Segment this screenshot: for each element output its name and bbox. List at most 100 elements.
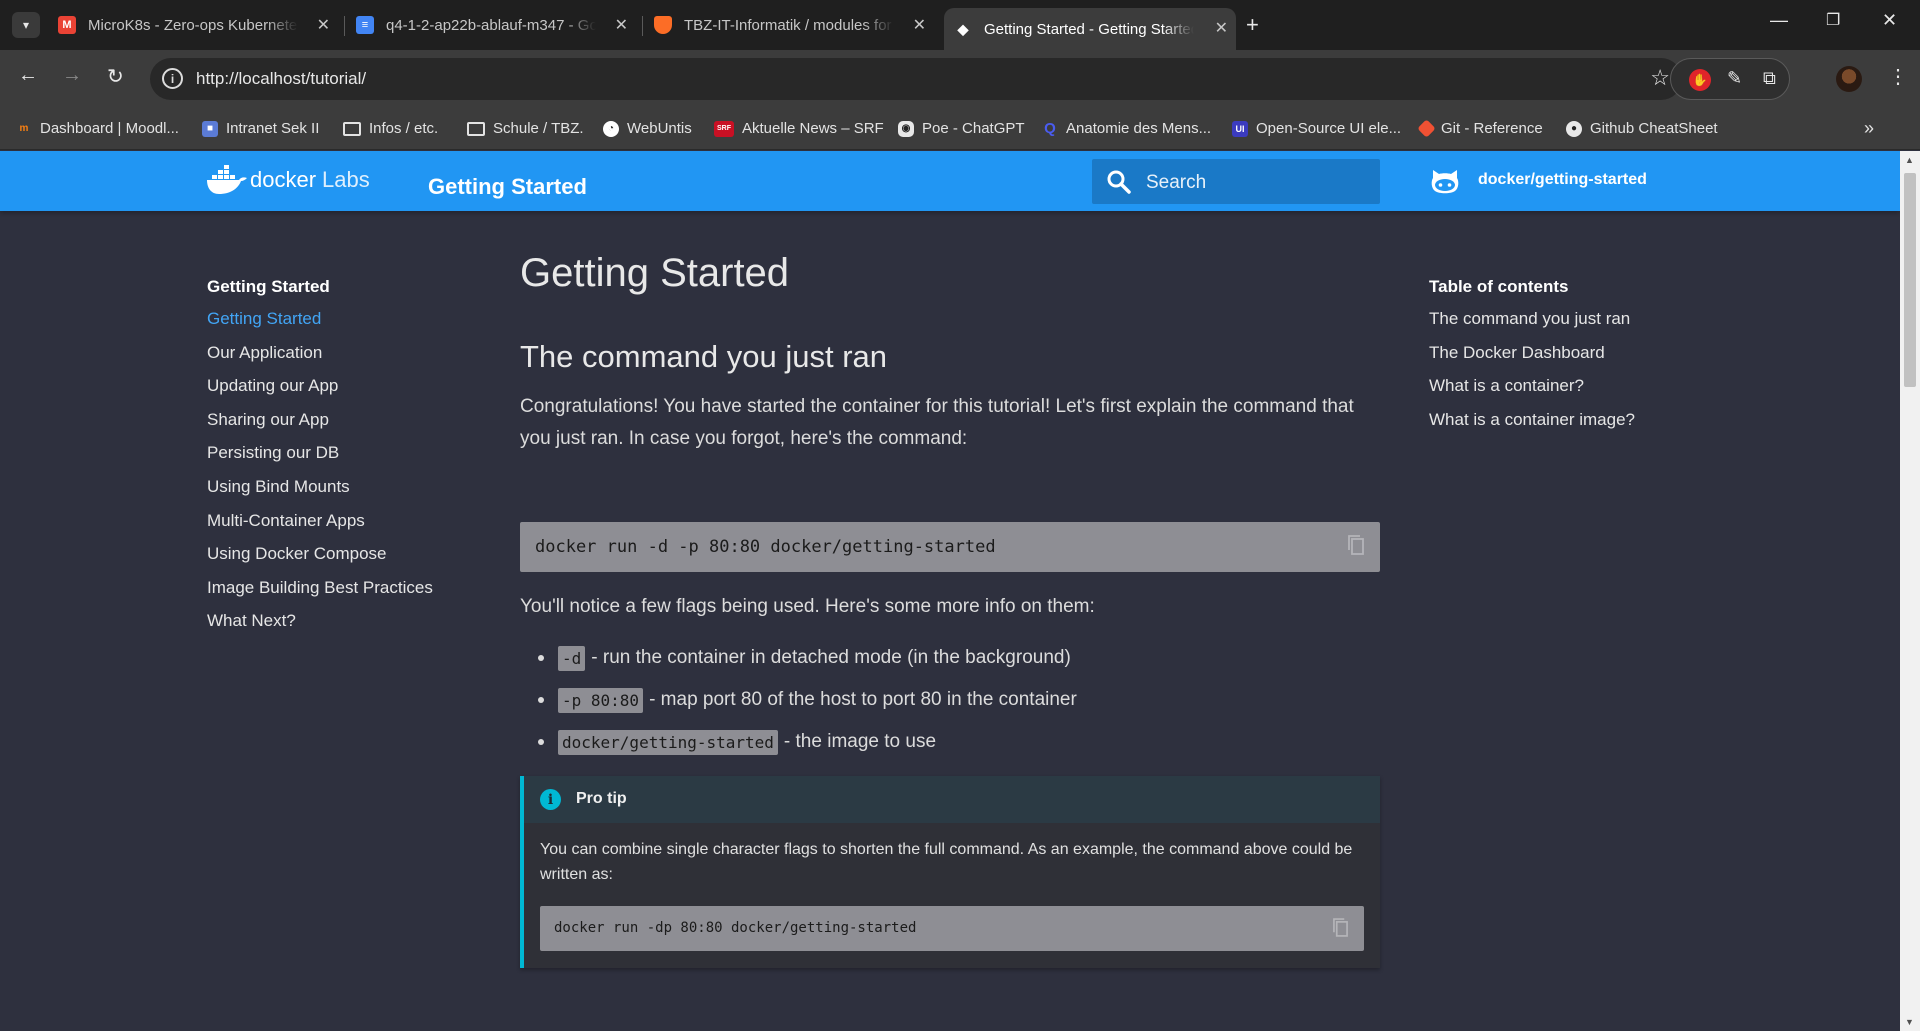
bookmark-folder-schule[interactable]: Schule / TBZ. xyxy=(467,120,584,137)
nav-item-multi-container-apps[interactable]: Multi-Container Apps xyxy=(207,511,467,545)
scroll-up-icon[interactable]: ▲ xyxy=(1905,155,1914,165)
page-title: Getting Started xyxy=(520,251,790,295)
browser-menu-icon[interactable]: ⋮ xyxy=(1888,64,1908,89)
docker-whale-icon xyxy=(207,165,247,194)
bookmark-ui-elements[interactable]: UI Open-Source UI ele... xyxy=(1232,120,1401,137)
folder-icon xyxy=(467,121,485,136)
moodle-icon: m xyxy=(19,123,29,134)
github-repo-link[interactable]: docker/getting-started xyxy=(1430,166,1647,194)
section-heading: The command you just ran xyxy=(520,339,888,374)
close-icon[interactable]: ✕ xyxy=(615,15,628,35)
bookmark-git-reference[interactable]: Git - Reference xyxy=(1417,119,1543,138)
bookmarks-bar: m Dashboard | Moodl... ■ Intranet Sek II… xyxy=(0,108,1920,150)
clock-icon: ◔ xyxy=(603,120,619,137)
browser-toolbar: ← → ↻ i http://localhost/tutorial/ ☆ ✋ ✎… xyxy=(0,50,1920,108)
bookmark-star-icon[interactable]: ☆ xyxy=(1650,65,1670,91)
toc-item-container[interactable]: What is a container? xyxy=(1429,376,1635,410)
extensions-group: ✋ ✎ ⧉ xyxy=(1670,58,1790,100)
inline-code: -d xyxy=(558,645,586,671)
pro-tip-admonition: i Pro tip You can combine single charact… xyxy=(520,776,1380,968)
code-text[interactable]: docker run -dp 80:80 docker/getting-star… xyxy=(554,920,916,936)
nav-item-persisting-our-db[interactable]: Persisting our DB xyxy=(207,443,467,477)
nav-item-image-building-best-practices[interactable]: Image Building Best Practices xyxy=(207,578,467,612)
scroll-down-icon[interactable]: ▼ xyxy=(1905,1017,1914,1027)
page-viewport: docker Labs Getting Started Search docke… xyxy=(0,151,1900,1031)
mkdocs-icon: ◆ xyxy=(957,20,969,37)
profile-avatar[interactable] xyxy=(1836,66,1862,92)
bookmark-anatomie[interactable]: Q Anatomie des Mens... xyxy=(1042,120,1211,137)
new-tab-button[interactable]: + xyxy=(1246,12,1259,38)
list-item: docker/getting-started - the image to us… xyxy=(538,721,1077,763)
bookmark-intranet[interactable]: ■ Intranet Sek II xyxy=(202,120,319,137)
more-bookmarks-icon[interactable]: » xyxy=(1864,118,1874,139)
nav-item-sharing-our-app[interactable]: Sharing our App xyxy=(207,410,467,444)
window-close-icon[interactable]: ✕ xyxy=(1882,10,1897,31)
restore-icon[interactable]: ❐ xyxy=(1826,10,1840,30)
tab-getting-started[interactable]: ◆ Getting Started - Getting Started ✕ xyxy=(944,8,1236,50)
extensions-puzzle-icon[interactable]: ⧉ xyxy=(1763,68,1776,89)
code-text[interactable]: docker run -d -p 80:80 docker/getting-st… xyxy=(535,537,996,557)
bookmark-srf[interactable]: SRF Aktuelle News – SRF xyxy=(714,120,884,137)
tab-microk8s[interactable]: M MicroK8s - Zero-ops Kubernetes ✕ xyxy=(58,8,338,42)
poe-icon: ◉ xyxy=(898,120,914,137)
nav-item-what-next[interactable]: What Next? xyxy=(207,611,467,645)
back-icon[interactable]: ← xyxy=(18,64,38,87)
forward-icon[interactable]: → xyxy=(62,64,82,87)
address-bar[interactable]: i http://localhost/tutorial/ ☆ xyxy=(150,58,1682,100)
srf-icon: SRF xyxy=(714,120,734,137)
reload-icon[interactable]: ↻ xyxy=(107,64,124,89)
ad-blocker-icon[interactable]: ✋ xyxy=(1689,69,1711,91)
toc-item-dashboard[interactable]: The Docker Dashboard xyxy=(1429,343,1635,377)
nav-title: Getting Started xyxy=(207,277,330,296)
code-block: docker run -dp 80:80 docker/getting-star… xyxy=(540,906,1364,951)
sidebar-nav: Getting Started Getting Started Our Appl… xyxy=(207,277,467,645)
search-placeholder: Search xyxy=(1146,172,1207,193)
bookmark-poe[interactable]: ◉ Poe - ChatGPT xyxy=(898,120,1025,137)
flags-paragraph: You'll notice a few flags being used. He… xyxy=(520,596,1095,617)
tab-search-button[interactable]: ▾ xyxy=(12,12,40,38)
nav-item-using-docker-compose[interactable]: Using Docker Compose xyxy=(207,544,467,578)
intro-paragraph: Congratulations! You have started the co… xyxy=(520,396,1354,449)
nav-item-getting-started[interactable]: Getting Started xyxy=(207,309,467,343)
search-input[interactable]: Search xyxy=(1092,159,1380,204)
page-scrollbar[interactable]: ▲ ▼ xyxy=(1900,151,1920,1031)
color-picker-icon[interactable]: ✎ xyxy=(1727,68,1742,89)
copy-icon[interactable] xyxy=(1348,535,1364,555)
tab-google-docs[interactable]: ≡ q4-1-2-ap22b-ablauf-m347 - Google Docs… xyxy=(356,8,636,42)
site-header: docker Labs Getting Started Search docke… xyxy=(0,151,1900,211)
bookmark-github-cheatsheet[interactable]: ● Github CheatSheet xyxy=(1566,120,1718,137)
github-icon xyxy=(1431,170,1459,194)
bookmark-webuntis[interactable]: ◔ WebUntis xyxy=(603,120,692,137)
copy-icon[interactable] xyxy=(1333,918,1348,937)
bookmark-folder-infos[interactable]: Infos / etc. xyxy=(343,120,438,137)
close-icon[interactable]: ✕ xyxy=(317,15,330,35)
docker-labs-logo[interactable]: docker Labs xyxy=(206,165,370,195)
site-info-icon[interactable]: i xyxy=(162,68,183,89)
nav-item-updating-our-app[interactable]: Updating our App xyxy=(207,376,467,410)
bookmark-moodle[interactable]: m Dashboard | Moodl... xyxy=(16,120,179,137)
toc-item-command[interactable]: The command you just ran xyxy=(1429,309,1635,343)
tab-gitlab[interactable]: TBZ-IT-Informatik / modules for ✕ xyxy=(654,8,934,42)
toc-title: Table of contents xyxy=(1429,277,1569,296)
close-icon[interactable]: ✕ xyxy=(913,15,926,35)
url-text[interactable]: http://localhost/tutorial/ xyxy=(196,69,366,89)
gitlab-icon xyxy=(654,16,672,34)
admonition-body: You can combine single character flags t… xyxy=(540,841,1353,883)
inline-code: -p 80:80 xyxy=(558,687,644,713)
site-title[interactable]: Getting Started xyxy=(428,174,587,200)
nav-item-using-bind-mounts[interactable]: Using Bind Mounts xyxy=(207,477,467,511)
close-icon[interactable]: ✕ xyxy=(1215,18,1228,38)
code-block: docker run -d -p 80:80 docker/getting-st… xyxy=(520,522,1380,572)
folder-icon xyxy=(343,121,361,136)
search-icon: Q xyxy=(1044,120,1056,137)
inline-code: docker/getting-started xyxy=(558,729,778,755)
nav-item-our-application[interactable]: Our Application xyxy=(207,343,467,377)
shield-icon: ■ xyxy=(202,120,218,137)
minimize-icon[interactable]: — xyxy=(1770,10,1788,31)
scrollbar-thumb[interactable] xyxy=(1904,173,1916,387)
ui-icon: UI xyxy=(1232,120,1248,137)
table-of-contents: Table of contents The command you just r… xyxy=(1429,277,1635,443)
toc-item-container-image[interactable]: What is a container image? xyxy=(1429,410,1635,444)
admonition-header: i Pro tip xyxy=(524,776,1380,823)
browser-tab-bar: ▾ M MicroK8s - Zero-ops Kubernetes ✕ ≡ q… xyxy=(0,0,1920,50)
